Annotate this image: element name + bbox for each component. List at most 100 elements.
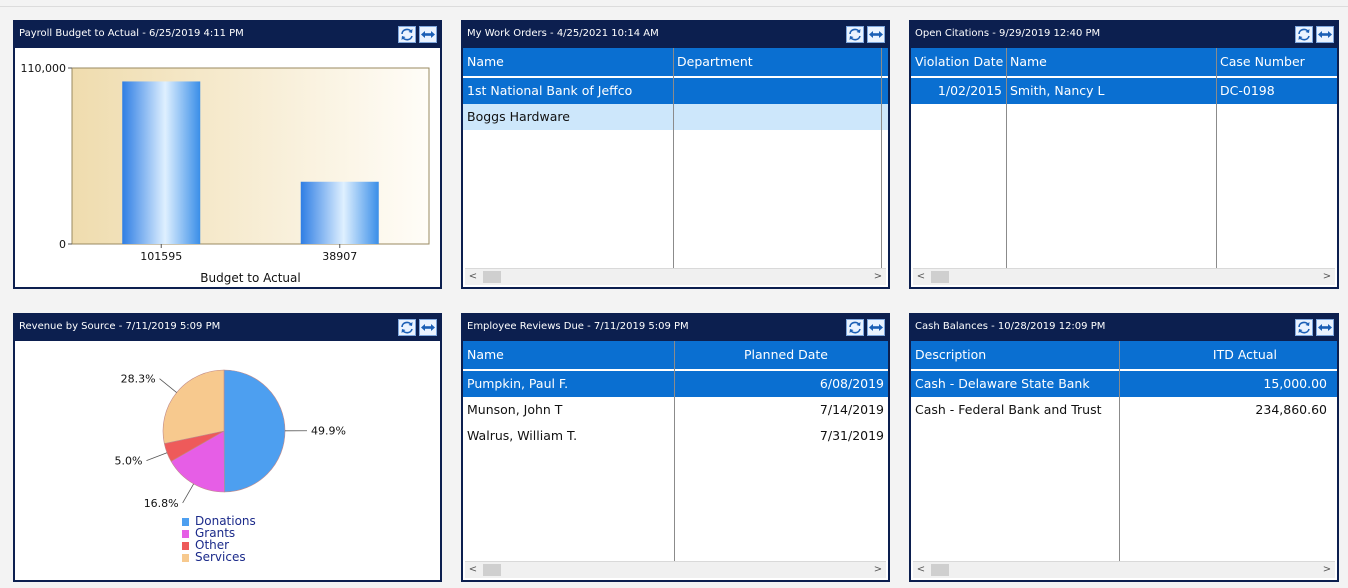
- horizontal-scrollbar[interactable]: < >: [465, 561, 886, 578]
- top-divider: [0, 6, 1348, 7]
- column-header-violation-date[interactable]: Violation Date: [911, 48, 1006, 76]
- column-header-department[interactable]: Department: [673, 48, 881, 76]
- link-icon[interactable]: [419, 26, 437, 43]
- x-axis-label: Budget to Actual: [200, 271, 300, 285]
- column-header-description[interactable]: Description: [911, 341, 1119, 369]
- revenue-by-source-panel: Revenue by Source - 7/11/2019 5:09 PM 49…: [13, 313, 442, 582]
- pie-slice: [162, 369, 225, 444]
- table-row[interactable]: Boggs Hardware: [463, 104, 888, 130]
- scroll-right-icon[interactable]: >: [870, 269, 886, 285]
- horizontal-scrollbar[interactable]: < >: [913, 561, 1335, 578]
- table-row[interactable]: Pumpkin, Paul F. 6/08/2019: [463, 371, 888, 397]
- link-icon[interactable]: [1316, 26, 1334, 43]
- panel-title: Employee Reviews Due - 7/11/2019 5:09 PM: [467, 321, 689, 332]
- scroll-right-icon[interactable]: >: [1319, 269, 1335, 285]
- pie-chart: 49.9%16.8%5.0%28.3%DonationsGrantsOtherS…: [114, 369, 346, 564]
- work-orders-panel: My Work Orders - 4/25/2021 10:14 AM Name…: [461, 20, 890, 289]
- cell-department: [673, 78, 881, 104]
- scroll-left-icon[interactable]: <: [913, 269, 929, 285]
- scroll-left-icon[interactable]: <: [913, 562, 929, 578]
- pie-leader: [182, 483, 194, 504]
- column-header-name[interactable]: Name: [1006, 48, 1216, 76]
- panel-header: My Work Orders - 4/25/2021 10:14 AM: [463, 22, 888, 48]
- column-divider: [1119, 341, 1120, 563]
- scroll-thumb[interactable]: [483, 271, 501, 283]
- x-tick-label: 38907: [322, 250, 357, 263]
- cell-department: [673, 104, 881, 130]
- pie-label: 49.9%: [311, 425, 346, 438]
- legend-swatch: [182, 554, 189, 562]
- horizontal-scrollbar[interactable]: < >: [465, 268, 886, 285]
- cash-balances-panel: Cash Balances - 10/28/2019 12:09 PM Desc…: [909, 313, 1339, 582]
- pie-slice: [223, 369, 286, 493]
- column-header-name[interactable]: Name: [463, 48, 673, 76]
- x-tick-label: 101595: [140, 250, 182, 263]
- cell-violation-date: 1/02/2015: [937, 83, 1002, 98]
- bar-chart: 110,000 0 101595 38907 Budget to Actual: [21, 62, 430, 285]
- table-row[interactable]: 1/02/2015 Smith, Nancy L DC-0198: [911, 78, 1337, 104]
- scroll-thumb[interactable]: [931, 271, 949, 283]
- employee-reviews-panel: Employee Reviews Due - 7/11/2019 5:09 PM…: [461, 313, 890, 582]
- table-row[interactable]: 1st National Bank of Jeffco: [463, 78, 888, 104]
- scroll-thumb[interactable]: [931, 564, 949, 576]
- cell-description: Cash - Delaware State Bank: [915, 376, 1090, 391]
- refresh-icon[interactable]: [1295, 26, 1313, 43]
- table-row[interactable]: Munson, John T 7/14/2019: [463, 397, 888, 423]
- refresh-icon[interactable]: [398, 319, 416, 336]
- table-row[interactable]: Cash - Federal Bank and Trust 234,860.60: [911, 397, 1337, 423]
- scroll-right-icon[interactable]: >: [870, 562, 886, 578]
- cell-case-number: DC-0198: [1220, 83, 1275, 98]
- link-icon[interactable]: [867, 26, 885, 43]
- y-tick-label: 110,000: [21, 62, 67, 75]
- horizontal-scrollbar[interactable]: < >: [913, 268, 1335, 285]
- refresh-icon[interactable]: [1295, 319, 1313, 336]
- cell-itd-actual: 234,860.60: [1255, 402, 1327, 417]
- link-icon[interactable]: [1316, 319, 1334, 336]
- refresh-icon[interactable]: [846, 319, 864, 336]
- open-citations-panel: Open Citations - 9/29/2019 12:40 PM Viol…: [909, 20, 1339, 289]
- panel-header: Revenue by Source - 7/11/2019 5:09 PM: [15, 315, 440, 341]
- grid-header: Description ITD Actual: [911, 341, 1337, 369]
- column-divider: [673, 48, 674, 270]
- panel-header: Payroll Budget to Actual - 6/25/2019 4:1…: [15, 22, 440, 48]
- column-header-case-number[interactable]: Case Number: [1216, 48, 1337, 76]
- column-divider: [674, 341, 675, 563]
- refresh-icon[interactable]: [846, 26, 864, 43]
- pie-leader: [159, 378, 177, 393]
- column-header-planned-date[interactable]: Planned Date: [674, 341, 888, 369]
- grid-header: Violation Date Name Case Number: [911, 48, 1337, 76]
- link-icon[interactable]: [867, 319, 885, 336]
- cell-name: Boggs Hardware: [467, 109, 570, 124]
- panel-title: Revenue by Source - 7/11/2019 5:09 PM: [19, 321, 221, 332]
- pie-label: 5.0%: [114, 455, 142, 468]
- column-header-name[interactable]: Name: [463, 341, 674, 369]
- column-divider: [881, 48, 882, 270]
- panel-title: Open Citations - 9/29/2019 12:40 PM: [915, 28, 1101, 39]
- legend-swatch: [182, 542, 189, 550]
- grid-header: Name Planned Date: [463, 341, 888, 369]
- y-tick-label: 0: [59, 238, 66, 251]
- table-row[interactable]: Walrus, William T. 7/31/2019: [463, 423, 888, 449]
- cell-planned-date: 6/08/2019: [819, 376, 884, 391]
- legend-swatch: [182, 530, 189, 538]
- cell-name: Munson, John T: [467, 402, 563, 417]
- refresh-icon[interactable]: [398, 26, 416, 43]
- cell-name: 1st National Bank of Jeffco: [467, 83, 633, 98]
- panel-title: Payroll Budget to Actual - 6/25/2019 4:1…: [19, 28, 244, 39]
- scroll-thumb[interactable]: [483, 564, 501, 576]
- table-row[interactable]: Cash - Delaware State Bank 15,000.00: [911, 371, 1337, 397]
- column-header-itd-actual[interactable]: ITD Actual: [1119, 341, 1337, 369]
- cell-name: Walrus, William T.: [467, 428, 578, 443]
- scroll-left-icon[interactable]: <: [465, 562, 481, 578]
- scroll-left-icon[interactable]: <: [465, 269, 481, 285]
- link-icon[interactable]: [419, 319, 437, 336]
- panel-title: My Work Orders - 4/25/2021 10:14 AM: [467, 28, 659, 39]
- cell-name: Smith, Nancy L: [1010, 83, 1105, 98]
- panel-header: Cash Balances - 10/28/2019 12:09 PM: [911, 315, 1337, 341]
- cell-name: Pumpkin, Paul F.: [467, 376, 569, 391]
- panel-header: Employee Reviews Due - 7/11/2019 5:09 PM: [463, 315, 888, 341]
- bar: [300, 181, 379, 244]
- legend-item: Services: [195, 550, 246, 564]
- scroll-right-icon[interactable]: >: [1319, 562, 1335, 578]
- pie-label: 28.3%: [121, 373, 156, 386]
